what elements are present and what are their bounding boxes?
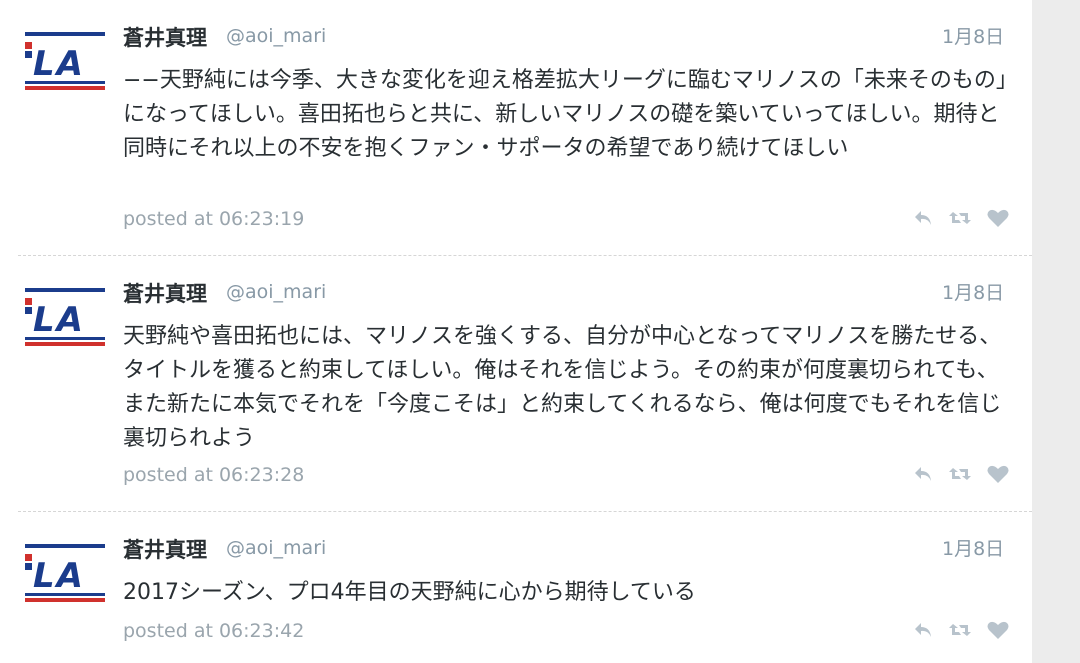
avatar[interactable]: LA xyxy=(25,30,107,92)
tweet-text: −−天野純には今季、大きな変化を迎え格差拡大リーグに臨むマリノスの「未来そのもの… xyxy=(123,68,1007,161)
like-icon[interactable] xyxy=(986,463,1010,485)
user-handle[interactable]: @aoi_mari xyxy=(226,281,326,303)
tweet-text: 2017シーズン、プロ4年目の天野純に心から期待している xyxy=(123,580,696,605)
user-name[interactable]: 蒼井真理 xyxy=(123,534,207,564)
tweet-actions xyxy=(912,463,1012,485)
avatar-logo-text: LA xyxy=(33,556,85,596)
posted-time: posted at 06:23:42 xyxy=(123,620,305,642)
reply-icon[interactable] xyxy=(912,463,936,485)
tweet-actions xyxy=(912,619,1012,641)
tweet-timeline: LA 蒼井真理 @aoi_mari 1月8日 −−天野純には今季、大きな変化を迎… xyxy=(0,0,1032,663)
tweet-text: 天野純や喜田拓也には、マリノスを強くする、自分が中心となってマリノスを勝たせる、… xyxy=(123,324,1002,451)
avatar[interactable]: LA xyxy=(25,542,107,604)
tweet-date[interactable]: 1月8日 xyxy=(942,22,1004,49)
avatar-logo-text: LA xyxy=(33,44,85,84)
tweet-date[interactable]: 1月8日 xyxy=(942,534,1004,561)
posted-time: posted at 06:23:19 xyxy=(123,208,305,230)
avatar[interactable]: LA xyxy=(25,286,107,348)
user-handle[interactable]: @aoi_mari xyxy=(226,537,326,559)
like-icon[interactable] xyxy=(986,207,1010,229)
tweet-item[interactable]: LA 蒼井真理 @aoi_mari 1月8日 2017シーズン、プロ4年目の天野… xyxy=(0,512,1032,663)
reply-icon[interactable] xyxy=(912,207,936,229)
posted-time: posted at 06:23:28 xyxy=(123,464,305,486)
retweet-icon[interactable] xyxy=(948,207,972,229)
reply-icon[interactable] xyxy=(912,619,936,641)
retweet-icon[interactable] xyxy=(948,619,972,641)
tweet-item[interactable]: LA 蒼井真理 @aoi_mari 1月8日 天野純や喜田拓也には、マリノスを強… xyxy=(0,256,1032,512)
user-handle[interactable]: @aoi_mari xyxy=(226,25,326,47)
like-icon[interactable] xyxy=(986,619,1010,641)
user-name[interactable]: 蒼井真理 xyxy=(123,22,207,52)
tweet-item[interactable]: LA 蒼井真理 @aoi_mari 1月8日 −−天野純には今季、大きな変化を迎… xyxy=(0,0,1032,256)
retweet-icon[interactable] xyxy=(948,463,972,485)
tweet-actions xyxy=(912,207,1012,229)
avatar-logo-text: LA xyxy=(33,300,85,340)
user-name[interactable]: 蒼井真理 xyxy=(123,278,207,308)
tweet-date[interactable]: 1月8日 xyxy=(942,278,1004,305)
page-margin xyxy=(1032,0,1080,663)
